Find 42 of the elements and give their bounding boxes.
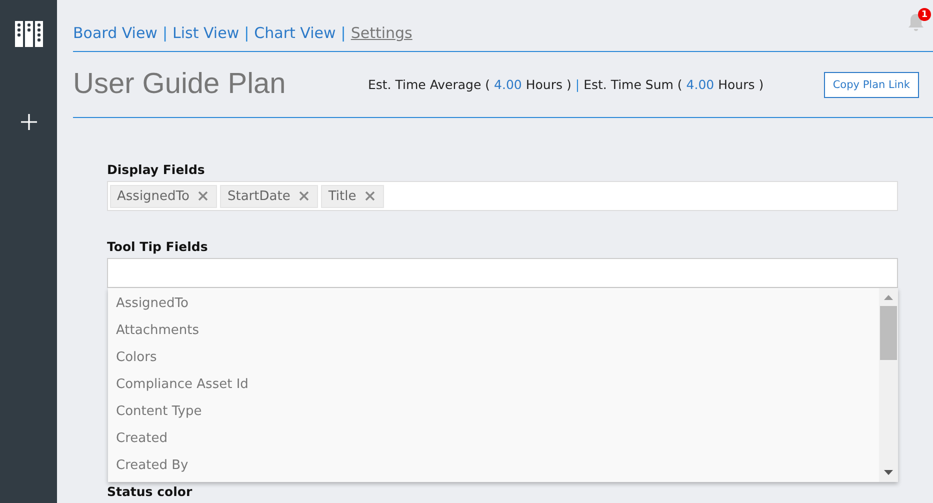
remove-icon[interactable] xyxy=(299,191,310,201)
scroll-down-icon[interactable] xyxy=(884,470,893,475)
dropdown-option[interactable]: Attachments xyxy=(108,317,879,344)
stat-unit: Hours ) xyxy=(718,77,764,92)
copy-link-button[interactable]: Copy Plan Link xyxy=(824,72,919,98)
nav-link[interactable]: List View xyxy=(172,24,240,42)
dropdown-option[interactable]: AssignedTo xyxy=(108,290,879,317)
stat-label: Est. Time Sum ( xyxy=(584,77,682,92)
separator: | xyxy=(575,77,580,92)
notification-badge: 1 xyxy=(918,8,931,21)
scrollbar[interactable] xyxy=(879,288,898,482)
plus-icon[interactable] xyxy=(20,114,36,130)
board-icon[interactable] xyxy=(14,21,42,47)
dropdown-option[interactable]: Content Type xyxy=(108,398,879,425)
dropdown-option[interactable]: Created xyxy=(108,425,879,452)
nav-link[interactable]: Board View xyxy=(73,24,158,42)
stat-value: 4.00 xyxy=(686,77,714,92)
separator: | xyxy=(162,24,168,42)
nav-link[interactable]: Chart View xyxy=(254,24,336,42)
remove-icon[interactable] xyxy=(365,191,376,201)
field-label: Status color xyxy=(107,484,194,499)
dropdown-option[interactable]: Compliance Asset Id xyxy=(108,371,879,398)
scroll-up-icon[interactable] xyxy=(884,295,893,300)
tag-label: Title xyxy=(328,188,356,204)
nav-link[interactable]: Settings xyxy=(350,24,412,42)
tag-label: AssignedTo xyxy=(117,188,190,204)
stat-value: 4.00 xyxy=(494,77,522,92)
scroll-thumb[interactable] xyxy=(880,306,897,360)
stat-label: Est. Time Average ( xyxy=(368,77,490,92)
stat-unit: Hours ) xyxy=(526,77,572,92)
remove-icon[interactable] xyxy=(198,191,208,201)
tag-label: StartDate xyxy=(227,188,290,204)
separator: | xyxy=(340,24,346,42)
field-label: Display Fields xyxy=(107,162,206,177)
multi-select-field[interactable]: AssignedTo StartDate Title xyxy=(107,181,898,211)
separator: | xyxy=(244,24,250,42)
dropdown-option[interactable]: Colors xyxy=(108,344,879,371)
dropdown-option[interactable]: Created By xyxy=(108,452,879,479)
page-title: User Guide Plan xyxy=(73,68,287,102)
bell-icon[interactable] xyxy=(906,12,926,32)
field-label: Tool Tip Fields xyxy=(107,239,209,254)
input-field[interactable] xyxy=(107,258,898,288)
